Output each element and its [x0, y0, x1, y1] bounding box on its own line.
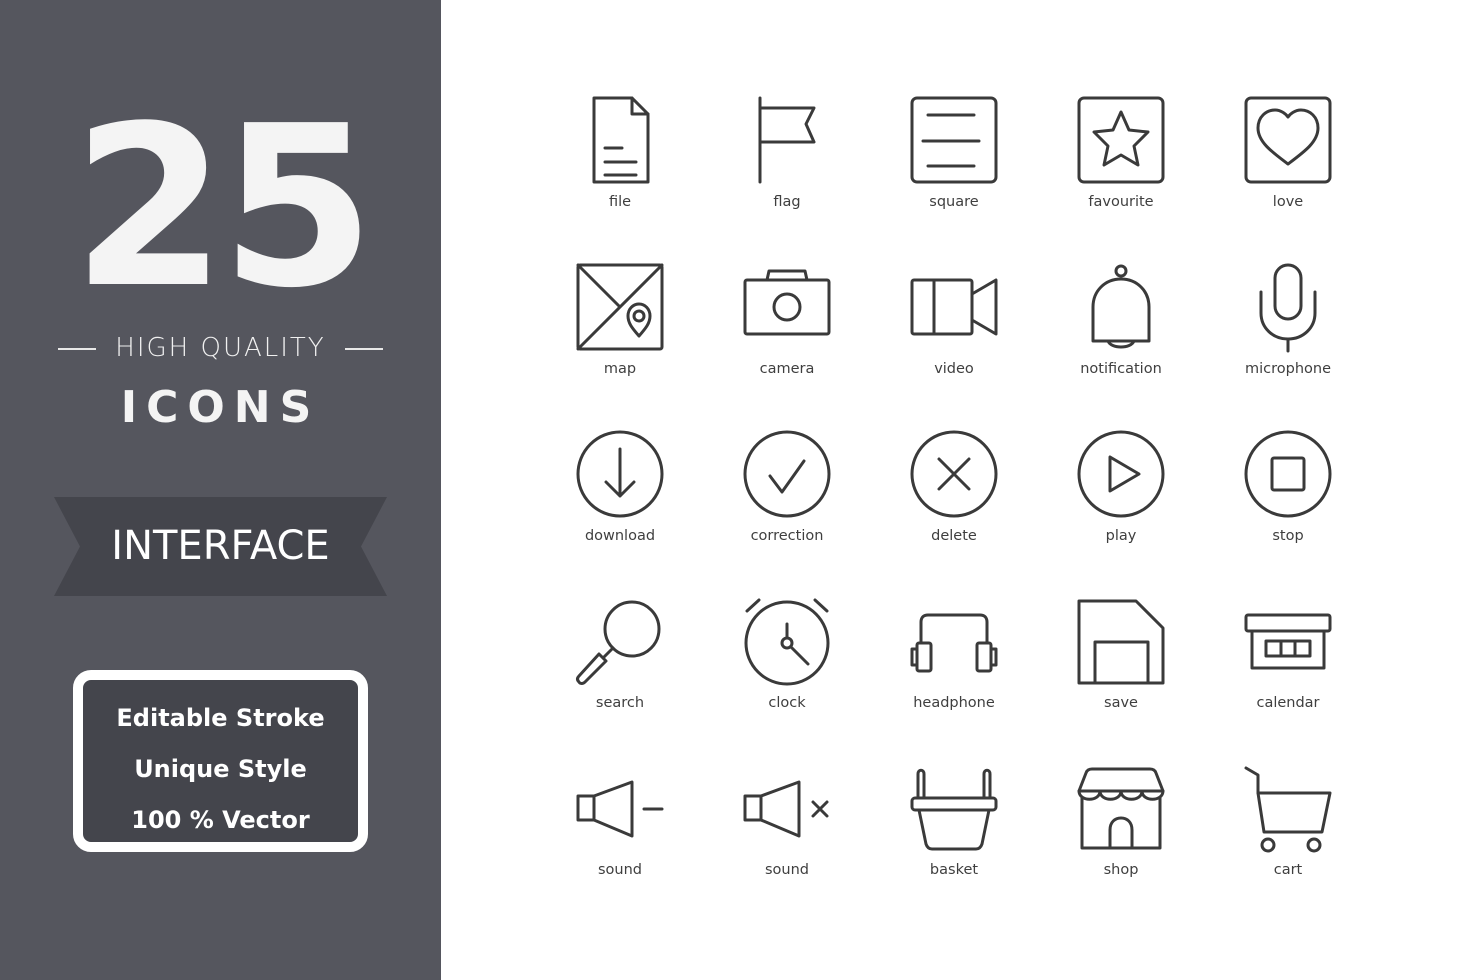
icon-label: camera — [759, 361, 815, 377]
microphone-icon — [1259, 263, 1317, 353]
icon-item-map: map — [550, 257, 690, 397]
flag-icon — [758, 96, 816, 184]
shop-icon — [1077, 767, 1165, 850]
delete-icon — [910, 430, 998, 518]
icon-item-sound-mute: sound — [717, 758, 857, 898]
basket-icon — [910, 768, 998, 851]
icon-item-notification: notification — [1051, 257, 1191, 397]
notification-icon — [1091, 264, 1151, 349]
feature-editable-stroke: Editable Stroke — [116, 704, 325, 732]
icon-item-file: file — [550, 90, 690, 230]
icon-item-camera: camera — [717, 257, 857, 397]
calendar-icon — [1244, 613, 1332, 670]
icon-item-download: download — [550, 424, 690, 564]
icon-label: download — [584, 528, 656, 544]
camera-icon — [743, 269, 831, 336]
stop-icon — [1244, 430, 1332, 518]
icon-label: play — [1105, 528, 1137, 544]
icon-label: search — [595, 695, 645, 711]
love-icon — [1244, 96, 1332, 184]
headphone-icon — [910, 613, 998, 673]
icon-label: correction — [750, 528, 824, 544]
icon-item-delete: delete — [884, 424, 1024, 564]
download-icon — [576, 430, 664, 518]
icon-label: map — [603, 361, 637, 377]
sound-mute-icon — [743, 780, 829, 838]
icon-item-square: square — [884, 90, 1024, 230]
icon-item-save: save — [1051, 591, 1191, 731]
icon-count: 25 — [72, 79, 375, 337]
icon-label: clock — [768, 695, 806, 711]
icon-label: square — [929, 194, 979, 210]
clock-icon — [744, 598, 830, 686]
feature-vector: 100 % Vector — [131, 806, 310, 834]
icon-item-video: video — [884, 257, 1024, 397]
icon-label: delete — [931, 528, 977, 544]
icon-label: favourite — [1088, 194, 1154, 210]
correction-icon — [743, 430, 831, 518]
feature-unique-style: Unique Style — [134, 755, 307, 783]
favourite-icon — [1077, 96, 1165, 184]
icon-label: video — [934, 361, 974, 377]
icon-label: headphone — [913, 695, 995, 711]
promo-panel: 25 HIGH QUALITY ICONS INTERFACE Editable… — [0, 0, 441, 980]
icon-item-stop: stop — [1218, 424, 1358, 564]
icon-item-flag: flag — [717, 90, 857, 230]
icon-label: sound — [764, 862, 809, 878]
icon-item-clock: clock — [717, 591, 857, 731]
icon-item-search: search — [550, 591, 690, 731]
icon-item-cart: cart — [1218, 758, 1358, 898]
icon-item-favourite: favourite — [1051, 90, 1191, 230]
icon-label: basket — [929, 862, 979, 878]
tagline: HIGH QUALITY — [115, 333, 326, 363]
icon-label: stop — [1272, 528, 1304, 544]
search-icon — [576, 600, 661, 685]
icon-item-microphone: microphone — [1218, 257, 1358, 397]
icon-item-play: play — [1051, 424, 1191, 564]
icon-item-headphone: headphone — [884, 591, 1024, 731]
icon-item-love: love — [1218, 90, 1358, 230]
category-label: INTERFACE — [111, 523, 330, 569]
icon-label: save — [1104, 695, 1138, 711]
icon-item-calendar: calendar — [1218, 591, 1358, 731]
icon-label: love — [1272, 194, 1304, 210]
features-box: Editable Stroke Unique Style 100 % Vecto… — [73, 670, 368, 852]
icon-item-sound-low: sound — [550, 758, 690, 898]
icon-label: flag — [773, 194, 801, 210]
icon-label: cart — [1273, 862, 1303, 878]
icon-label: notification — [1080, 361, 1162, 377]
icon-label: shop — [1103, 862, 1139, 878]
icon-label: microphone — [1244, 361, 1332, 377]
icon-item-shop: shop — [1051, 758, 1191, 898]
divider-right — [345, 348, 383, 350]
tagline-row: HIGH QUALITY — [58, 332, 383, 364]
icon-label: file — [608, 194, 632, 210]
video-icon — [910, 278, 998, 336]
icon-label: calendar — [1256, 695, 1320, 711]
sound-low-icon — [576, 780, 664, 838]
square-icon — [910, 96, 998, 184]
play-icon — [1077, 430, 1165, 518]
icon-label: sound — [597, 862, 642, 878]
cart-icon — [1244, 766, 1332, 853]
map-icon — [576, 263, 664, 351]
icon-item-correction: correction — [717, 424, 857, 564]
icon-item-basket: basket — [884, 758, 1024, 898]
save-icon — [1077, 599, 1165, 685]
headline: ICONS — [120, 382, 321, 433]
file-icon — [592, 96, 650, 184]
category-ribbon: INTERFACE — [54, 497, 387, 596]
